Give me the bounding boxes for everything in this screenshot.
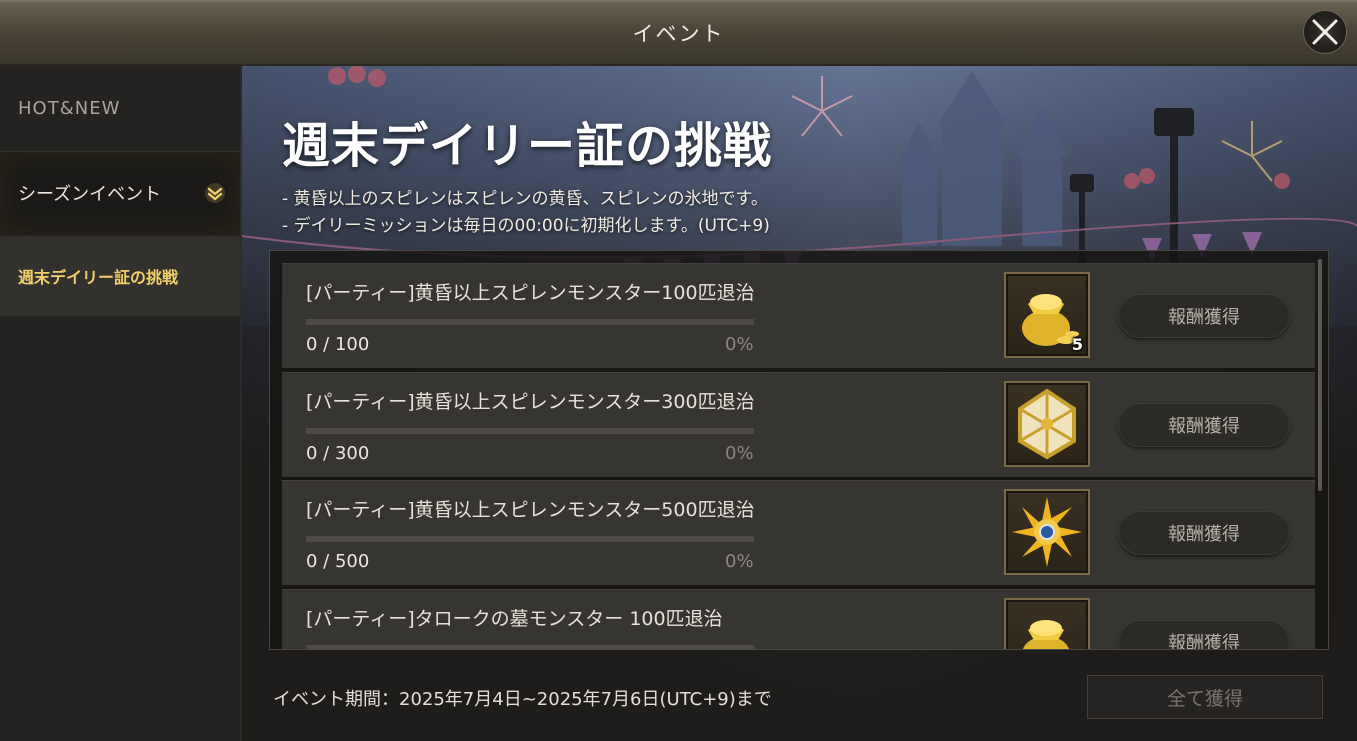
sidebar-item-label: 週末デイリー証の挑戦: [18, 268, 179, 287]
progress-percent: 0%: [725, 443, 754, 464]
chevron-down-icon: [205, 183, 225, 203]
claim-reward-button[interactable]: 報酬獲得: [1118, 511, 1290, 555]
event-description-line: - 黄昏以上のスピレンはスピレンの黄昏、スピレンの氷地です。: [282, 189, 768, 209]
progress-percent: 0%: [725, 551, 754, 572]
progress-bar: [306, 428, 754, 434]
event-description-line: - デイリーミッションは毎日の00:00に初期化します。(UTC+9): [282, 216, 770, 236]
mission-row: [パーティー]黄昏以上スピレンモンスター300匹退治 0 / 300 0% 報酬…: [282, 372, 1315, 477]
mission-row: [パーティー]黄昏以上スピレンモンスター100匹退治 0 / 100 0% 5 …: [282, 263, 1315, 368]
mission-row: [パーティー]タロークの墓モンスター 100匹退治 報酬獲得: [282, 589, 1315, 649]
progress-bar: [306, 319, 754, 325]
event-period: イベント期間：2025年7月4日~2025年7月6日(UTC+9)まで: [273, 689, 772, 710]
close-icon: [1312, 19, 1338, 45]
mission-title: [パーティー]黄昏以上スピレンモンスター300匹退治: [306, 391, 755, 413]
sidebar-item-hot-new[interactable]: HOT&NEW: [0, 66, 240, 152]
window-title: イベント: [632, 22, 725, 46]
close-button[interactable]: [1303, 10, 1347, 54]
progress-bar: [306, 536, 754, 542]
mission-list[interactable]: [パーティー]黄昏以上スピレンモンスター100匹退治 0 / 100 0% 5 …: [269, 250, 1329, 650]
progress-count: 0 / 300: [306, 443, 370, 464]
sidebar-item-label: シーズンイベント: [18, 184, 162, 205]
treasure-chest-icon: [1018, 388, 1076, 460]
mission-title: [パーティー]黄昏以上スピレンモンスター500匹退治: [306, 499, 755, 521]
event-title: 週末デイリー証の挑戦: [282, 118, 773, 174]
claim-all-button[interactable]: 全て獲得: [1087, 675, 1323, 719]
claim-reward-button[interactable]: 報酬獲得: [1118, 294, 1290, 338]
progress-bar: [306, 645, 754, 649]
reward-item-slot[interactable]: [1004, 381, 1090, 467]
reward-item-slot[interactable]: 5: [1004, 272, 1090, 358]
sidebar-item-label: HOT&NEW: [18, 98, 121, 119]
sidebar-item-weekly-daily-challenge[interactable]: 週末デイリー証の挑戦: [0, 236, 240, 316]
scrollbar[interactable]: [1318, 259, 1322, 491]
claim-reward-button[interactable]: 報酬獲得: [1118, 620, 1290, 649]
mission-row: [パーティー]黄昏以上スピレンモンスター500匹退治 0 / 500 0% 報酬…: [282, 480, 1315, 585]
title-bar: イベント: [0, 0, 1357, 66]
sun-emblem-icon: [1012, 497, 1082, 567]
progress-count: 0 / 500: [306, 551, 370, 572]
progress-percent: 0%: [725, 334, 754, 355]
mission-title: [パーティー]黄昏以上スピレンモンスター100匹退治: [306, 282, 755, 304]
sidebar-item-season-event[interactable]: シーズンイベント: [0, 152, 240, 234]
progress-count: 0 / 100: [306, 334, 370, 355]
reward-quantity: 5: [1071, 335, 1083, 354]
gold-sack-icon: [1022, 620, 1070, 649]
event-panel: 週末デイリー証の挑戦 - 黄昏以上のスピレンはスピレンの黄昏、スピレンの氷地です…: [242, 66, 1357, 741]
sidebar: HOT&NEW シーズンイベント 週末デイリー証の挑戦: [0, 66, 242, 741]
claim-reward-button[interactable]: 報酬獲得: [1118, 403, 1290, 447]
reward-item-slot[interactable]: [1004, 598, 1090, 649]
mission-title: [パーティー]タロークの墓モンスター 100匹退治: [306, 608, 723, 630]
reward-item-slot[interactable]: [1004, 489, 1090, 575]
